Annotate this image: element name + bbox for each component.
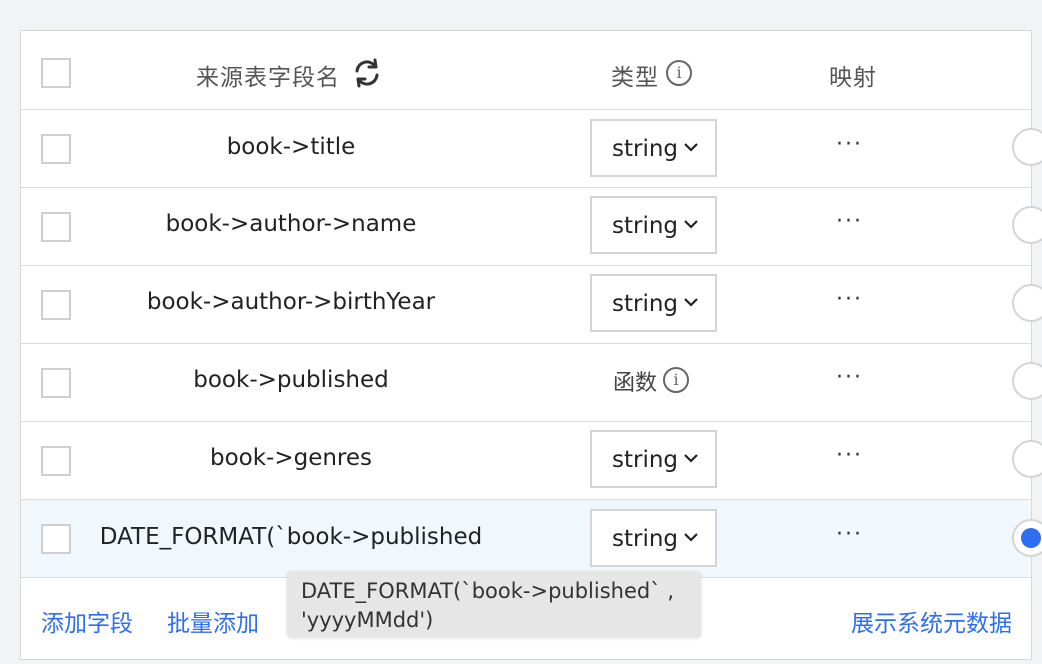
row-checkbox[interactable] <box>41 524 71 554</box>
field-name: DATE_FORMAT(`book->published <box>99 524 483 550</box>
field-name: book->genres <box>209 445 373 471</box>
info-icon[interactable]: i <box>663 367 689 393</box>
chevron-down-icon <box>684 143 698 152</box>
field-name: book->published <box>193 367 389 393</box>
row-checkbox[interactable] <box>41 368 71 398</box>
row-checkbox[interactable] <box>41 134 71 164</box>
row-checkbox[interactable] <box>41 290 71 320</box>
field-name-tooltip: DATE_FORMAT(`book->published` , 'yyyyMMd… <box>287 571 701 637</box>
refresh-icon[interactable] <box>351 57 383 93</box>
tooltip-line-2: 'yyyyMMdd') <box>301 608 434 632</box>
chevron-down-icon <box>684 454 698 463</box>
row-radio[interactable] <box>1012 362 1042 400</box>
field-name: book->author->birthYear <box>146 289 436 315</box>
type-select[interactable]: string <box>590 119 717 177</box>
more-actions-button[interactable]: ··· <box>836 132 863 157</box>
field-name: book->author->name <box>165 211 417 237</box>
table-row: book->author->name string ··· <box>21 188 1042 266</box>
more-actions-button[interactable]: ··· <box>836 365 863 390</box>
type-select[interactable]: string <box>590 430 717 488</box>
field-name: book->title <box>226 134 356 160</box>
add-field-link[interactable]: 添加字段 <box>41 604 133 638</box>
table-row: book->title string ··· <box>21 110 1042 188</box>
more-actions-button[interactable]: ··· <box>836 522 863 547</box>
chevron-down-icon <box>684 220 698 229</box>
row-radio[interactable] <box>1012 440 1042 478</box>
tooltip-line-1: DATE_FORMAT(`book->published` , <box>301 579 675 603</box>
table-row: book->genres string ··· <box>21 422 1042 500</box>
table-row-selected: DATE_FORMAT(`book->published string ··· <box>21 500 1042 578</box>
mapping-header: 映射 <box>829 65 877 91</box>
row-radio[interactable] <box>1012 128 1042 166</box>
row-radio[interactable] <box>1012 284 1042 322</box>
info-icon[interactable]: i <box>666 60 692 86</box>
chevron-down-icon <box>684 298 698 307</box>
bulk-add-link[interactable]: 批量添加 <box>167 604 259 638</box>
table-row: book->author->birthYear string ··· <box>21 266 1042 344</box>
type-select[interactable]: string <box>590 509 717 567</box>
chevron-down-icon <box>684 533 698 542</box>
more-actions-button[interactable]: ··· <box>836 443 863 468</box>
show-system-metadata-link[interactable]: 展示系统元数据 <box>851 604 1012 638</box>
type-header: 类型 <box>611 65 659 91</box>
table-row: book->published 函数 i ··· <box>21 344 1042 422</box>
type-select[interactable]: string <box>590 196 717 254</box>
field-mapping-panel: 来源表字段名 类型 i 映射 book->title string ··· bo… <box>20 30 1042 660</box>
row-radio-selected[interactable] <box>1012 519 1042 557</box>
select-all-checkbox[interactable] <box>41 58 71 88</box>
row-radio[interactable] <box>1012 206 1042 244</box>
row-checkbox[interactable] <box>41 212 71 242</box>
row-checkbox[interactable] <box>41 446 71 476</box>
type-select[interactable]: string <box>590 274 717 332</box>
table-header: 来源表字段名 类型 i 映射 <box>21 31 1031 110</box>
more-actions-button[interactable]: ··· <box>836 209 863 234</box>
more-actions-button[interactable]: ··· <box>836 287 863 312</box>
function-label: 函数 <box>613 371 658 396</box>
source-field-header: 来源表字段名 <box>196 65 340 91</box>
